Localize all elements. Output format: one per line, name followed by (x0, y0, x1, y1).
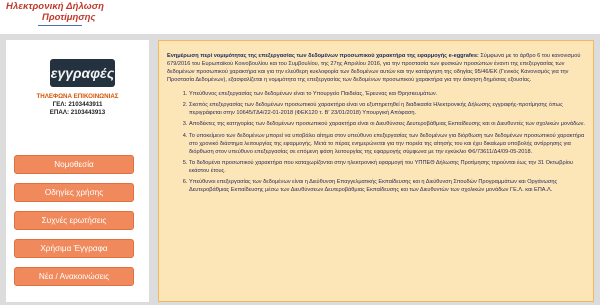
nav-user-guide-button[interactable]: Οδηγίες χρήσης (14, 183, 134, 202)
privacy-items-list: Υπεύθυνος επεξεργασίας των δεδομένων είν… (167, 91, 586, 195)
privacy-item: Υπεύθυνοι επεξεργασίας των δεδομένων είν… (189, 179, 586, 195)
page-header: Ηλεκτρονική Δήλωση Προτίμησης (0, 0, 600, 34)
privacy-intro-heading: Ενημέρωση περί νομιμότητας της επεξεργασ… (167, 53, 479, 59)
e-eggrafes-logo[interactable]: εγγραφές (50, 59, 115, 87)
title-underline (38, 25, 82, 26)
nav-faq-button[interactable]: Συχνές ερωτήσεις (14, 211, 134, 230)
nav-legislation-button[interactable]: Νομοθεσία (14, 155, 134, 174)
nav-useful-documents-button[interactable]: Χρήσιμα Έγγραφα (14, 239, 134, 258)
privacy-item: Τα δεδομένα προσωπικού χαρακτήρα που κατ… (189, 160, 586, 176)
contact-title: ΤΗΛΕΦΩΝΑ ΕΠΙΚΟΙΝΩΝΙΑΣ (36, 93, 119, 100)
site-subtitle[interactable]: Προτίμησης (42, 12, 95, 23)
nav-news-button[interactable]: Νέα / Ανακοινώσεις (14, 267, 134, 286)
contact-info: ΤΗΛΕΦΩΝΑ ΕΠΙΚΟΙΝΩΝΙΑΣ ΓΕΛ: 2103443911 ΕΠ… (6, 93, 149, 116)
privacy-notice: Ενημέρωση περί νομιμότητας της επεξεργασ… (167, 53, 586, 199)
privacy-item: Το υποκείμενο των δεδομένων μπορεί να υπ… (189, 133, 586, 157)
privacy-item: Σκοπός επεξεργασίας των δεδομένων προσωπ… (189, 102, 586, 118)
privacy-item: Αποδέκτες της κατηγορίας των δεδομένων π… (189, 121, 586, 129)
site-title[interactable]: Ηλεκτρονική Δήλωση (6, 1, 104, 12)
logo-text: εγγραφές (50, 65, 115, 81)
phone-gel: ΓΕΛ: 2103443911 (52, 100, 103, 108)
privacy-intro: Ενημέρωση περί νομιμότητας της επεξεργασ… (167, 53, 586, 85)
phone-epal: ΕΠΑΛ: 2103443913 (49, 108, 106, 116)
privacy-item: Υπεύθυνος επεξεργασίας των δεδομένων είν… (189, 91, 586, 99)
